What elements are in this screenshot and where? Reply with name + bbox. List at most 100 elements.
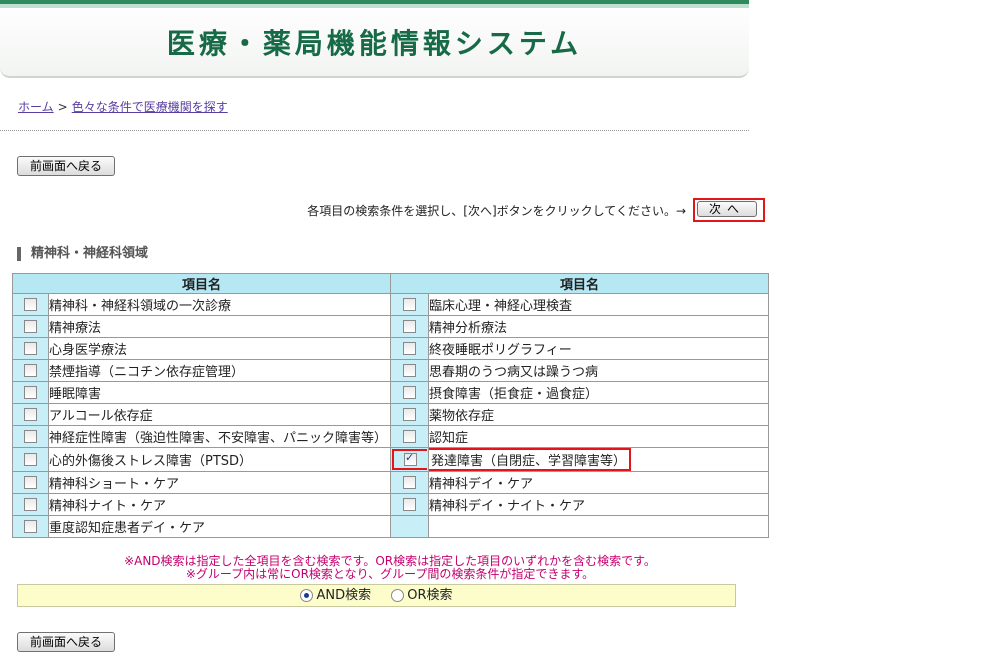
condition-label: 精神分析療法 (429, 321, 508, 336)
condition-checkbox[interactable] (404, 451, 418, 466)
condition-label: 思春期のうつ病又は躁うつ病 (429, 365, 599, 380)
selected-item-highlight: 発達障害（自閉症、学習障害等） (429, 448, 632, 471)
search-mode-bar: AND検索 OR検索 (17, 584, 736, 607)
left-checkbox-cell (12, 381, 49, 404)
or-search-label: OR検索 (407, 588, 453, 603)
left-label-cell: 禁煙指導（ニコチン依存症管理） (47, 359, 392, 382)
condition-checkbox[interactable] (403, 298, 417, 311)
right-label-cell: 精神分析療法 (428, 315, 770, 338)
right-checkbox-cell (390, 403, 430, 426)
condition-table: 項目名 項目名 精神科・神経科領域の一次診療 臨床心理・神経心理検査精神療法 精神分… (11, 273, 770, 538)
right-label-cell: 精神科デイ・ナイト・ケア (428, 493, 770, 516)
left-label-cell: 心的外傷後ストレス障害（PTSD） (47, 447, 392, 472)
condition-checkbox[interactable] (403, 430, 417, 443)
condition-checkbox[interactable] (24, 453, 37, 466)
condition-checkbox[interactable] (24, 386, 37, 399)
site-header: 医療・薬局機能情報システム (0, 0, 749, 78)
condition-checkbox[interactable] (403, 386, 417, 399)
condition-checkbox[interactable] (403, 498, 417, 511)
condition-checkbox[interactable] (24, 498, 37, 511)
right-label-cell: 思春期のうつ病又は躁うつ病 (428, 359, 770, 382)
left-label-cell: 神経症性障害（強迫性障害、不安障害、パニック障害等） (47, 425, 392, 448)
column-header-left: 項目名 (11, 273, 392, 294)
search-notes: ※AND検索は指定した全項目を含む検索です。OR検索は指定した項目のいずれかを含… (12, 555, 768, 581)
left-checkbox-cell (12, 447, 49, 472)
condition-checkbox[interactable] (403, 320, 417, 333)
condition-checkbox[interactable] (24, 476, 37, 489)
dotted-divider (0, 130, 749, 131)
condition-label: 心的外傷後ストレス障害（PTSD） (49, 454, 253, 469)
left-label-cell: アルコール依存症 (47, 403, 392, 426)
table-row: 精神科ショート・ケア 精神科デイ・ケア (12, 471, 770, 494)
table-row: 睡眠障害 摂食障害（拒食症・過食症） (12, 381, 770, 404)
breadcrumb-current-link[interactable]: 色々な条件で医療機関を探す (72, 100, 228, 114)
left-checkbox-cell (12, 403, 49, 426)
condition-checkbox[interactable] (24, 408, 37, 421)
table-row: 精神科・神経科領域の一次診療 臨床心理・神経心理検査 (12, 293, 770, 316)
or-search-radio[interactable] (391, 589, 405, 602)
right-checkbox-cell (390, 515, 430, 538)
condition-label: 精神科ナイト・ケア (49, 499, 167, 514)
condition-label: 薬物依存症 (429, 409, 495, 424)
and-search-option[interactable]: AND検索 (300, 588, 371, 603)
right-checkbox-cell (390, 447, 430, 472)
right-label-cell (428, 515, 770, 538)
note-line-2: ※グループ内は常にOR検索となり、グループ間の検索条件が指定できます。 (185, 567, 595, 581)
selected-checkbox-highlight (392, 449, 428, 470)
and-search-label: AND検索 (316, 588, 372, 603)
left-label-cell: 心身医学療法 (47, 337, 392, 360)
column-header-right: 項目名 (390, 273, 770, 294)
condition-checkbox[interactable] (24, 430, 37, 443)
table-row: アルコール依存症 薬物依存症 (12, 403, 770, 426)
condition-checkbox[interactable] (403, 476, 417, 489)
right-label-cell: 終夜睡眠ポリグラフィー (428, 337, 770, 360)
condition-label: 精神療法 (49, 321, 102, 336)
or-search-option[interactable]: OR検索 (391, 588, 453, 603)
left-checkbox-cell (12, 337, 49, 360)
left-checkbox-cell (12, 471, 49, 494)
condition-checkbox[interactable] (403, 342, 417, 355)
condition-label: 精神科・神経科領域の一次診療 (49, 299, 232, 314)
condition-label: 睡眠障害 (49, 387, 102, 402)
table-row: 禁煙指導（ニコチン依存症管理） 思春期のうつ病又は躁うつ病 (12, 359, 770, 382)
condition-label: 終夜睡眠ポリグラフィー (429, 343, 572, 358)
header-light-band (0, 4, 749, 8)
back-button-top[interactable]: 前画面へ戻る (17, 156, 115, 176)
left-label-cell: 精神科・神経科領域の一次診療 (47, 293, 392, 316)
next-button-highlight: 次へ (693, 198, 765, 222)
instruction-text: 各項目の検索条件を選択し、[次へ]ボタンをクリックしてください。→ (307, 204, 686, 218)
and-search-radio[interactable] (300, 589, 314, 602)
right-label-cell: 精神科デイ・ケア (428, 471, 770, 494)
left-label-cell: 精神療法 (47, 315, 392, 338)
right-checkbox-cell (390, 315, 430, 338)
left-checkbox-cell (12, 315, 49, 338)
condition-label: アルコール依存症 (49, 409, 153, 424)
table-row: 神経症性障害（強迫性障害、不安障害、パニック障害等） 認知症 (12, 425, 770, 448)
table-row: 重度認知症患者デイ・ケア (12, 515, 770, 538)
condition-checkbox[interactable] (24, 320, 37, 333)
right-checkbox-cell (390, 337, 430, 360)
condition-label: 心身医学療法 (49, 343, 128, 358)
condition-checkbox[interactable] (24, 520, 37, 533)
condition-checkbox[interactable] (24, 364, 37, 377)
left-checkbox-cell (12, 515, 49, 538)
condition-label: 神経症性障害（強迫性障害、不安障害、パニック障害等） (49, 431, 388, 446)
condition-checkbox[interactable] (403, 408, 417, 421)
table-row: 精神科ナイト・ケア 精神科デイ・ナイト・ケア (12, 493, 770, 516)
condition-checkbox[interactable] (403, 364, 417, 377)
next-button[interactable]: 次へ (697, 201, 757, 217)
right-checkbox-cell (390, 381, 430, 404)
back-button-bottom[interactable]: 前画面へ戻る (17, 632, 115, 652)
condition-label: 禁煙指導（ニコチン依存症管理） (49, 365, 245, 380)
left-checkbox-cell (12, 293, 49, 316)
condition-label: 臨床心理・神経心理検査 (429, 299, 573, 314)
right-checkbox-cell (390, 359, 430, 382)
condition-checkbox[interactable] (24, 342, 37, 355)
condition-label: 摂食障害（拒食症・過食症） (429, 387, 599, 402)
breadcrumb: ホーム > 色々な条件で医療機関を探す (18, 98, 228, 115)
right-checkbox-cell (390, 471, 430, 494)
table-header-row: 項目名 項目名 (11, 273, 770, 294)
breadcrumb-home-link[interactable]: ホーム (18, 100, 54, 114)
right-label-cell: 発達障害（自閉症、学習障害等） (428, 447, 770, 472)
condition-checkbox[interactable] (24, 298, 37, 311)
